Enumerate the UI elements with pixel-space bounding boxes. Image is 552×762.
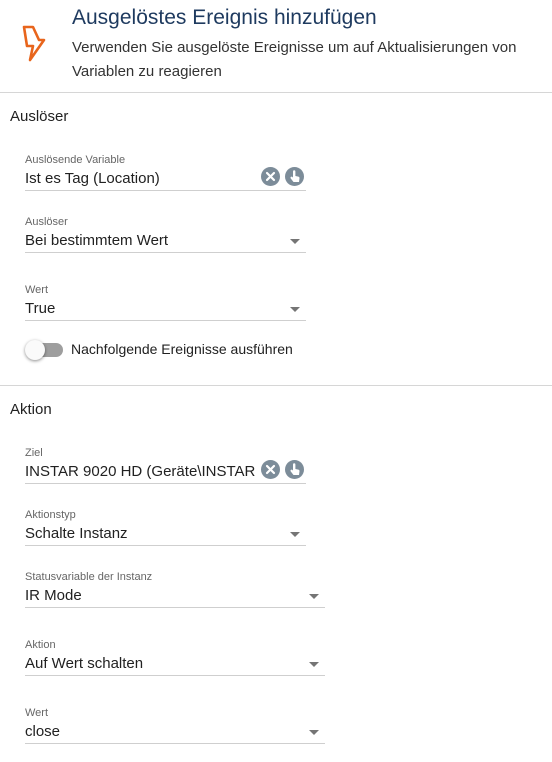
trigger-type-field[interactable]: Auslöser Bei bestimmtem Wert — [25, 215, 306, 253]
dialog-title: Ausgelöstes Ereignis hinzufügen — [72, 6, 377, 29]
action-wert-field[interactable]: Wert close — [25, 706, 325, 744]
dropdown-arrow-icon[interactable] — [309, 730, 319, 735]
dialog-description: Verwenden Sie ausgelöste Ereignisse um a… — [72, 39, 517, 80]
status-variable-field[interactable]: Statusvariable der Instanz IR Mode — [25, 570, 325, 608]
section-title-ausloeser: Auslöser — [10, 108, 69, 125]
action-target-input[interactable]: INSTAR 9020 HD (Geräte\INSTAR — [25, 460, 306, 484]
field-label: Aktion — [25, 639, 56, 651]
field-label: Ziel — [25, 447, 43, 459]
dropdown-arrow-icon[interactable] — [290, 239, 300, 244]
field-value: Auf Wert schalten — [25, 655, 144, 672]
field-value: IR Mode — [25, 587, 82, 604]
trigger-type-select[interactable]: Bei bestimmtem Wert — [25, 229, 306, 253]
subsequent-events-toggle[interactable] — [25, 340, 65, 360]
field-value: Schalte Instanz — [25, 525, 128, 542]
field-value: INSTAR 9020 HD (Geräte\INSTAR — [25, 463, 256, 480]
field-label: Statusvariable der Instanz — [25, 571, 153, 583]
action-type-field[interactable]: Aktionstyp Schalte Instanz — [25, 508, 306, 546]
section-divider — [0, 385, 552, 386]
field-label: Auslöser — [25, 216, 68, 228]
trigger-wert-field[interactable]: Wert True — [25, 283, 306, 321]
field-value: Bei bestimmtem Wert — [25, 232, 169, 249]
dropdown-arrow-icon[interactable] — [309, 662, 319, 667]
clear-icon[interactable] — [261, 460, 280, 479]
trigger-wert-select[interactable]: True — [25, 297, 306, 321]
field-label: Wert — [25, 707, 49, 719]
section-title-aktion: Aktion — [10, 401, 52, 418]
trigger-variable-input[interactable]: Ist es Tag (Location) — [25, 167, 306, 191]
dropdown-arrow-icon[interactable] — [290, 532, 300, 537]
status-variable-select[interactable]: IR Mode — [25, 584, 325, 608]
field-label: Wert — [25, 284, 49, 296]
subsequent-events-label: Nachfolgende Ereignisse ausführen — [71, 341, 293, 357]
pick-object-icon[interactable] — [285, 460, 304, 479]
field-value: Ist es Tag (Location) — [25, 170, 160, 187]
field-value: True — [25, 300, 56, 317]
header-divider — [0, 92, 552, 93]
dropdown-arrow-icon[interactable] — [290, 307, 300, 312]
field-label: Aktionstyp — [25, 509, 76, 521]
trigger-variable-field[interactable]: Auslösende Variable Ist es Tag (Location… — [25, 153, 306, 191]
action-target-field[interactable]: Ziel INSTAR 9020 HD (Geräte\INSTAR — [25, 446, 306, 484]
dialog-header: Ausgelöstes Ereignis hinzufügen Verwende… — [0, 0, 552, 92]
action-type-select[interactable]: Schalte Instanz — [25, 522, 306, 546]
field-value: close — [25, 723, 61, 740]
pick-variable-icon[interactable] — [285, 167, 304, 186]
action-select[interactable]: Auf Wert schalten — [25, 652, 325, 676]
dropdown-arrow-icon[interactable] — [309, 594, 319, 599]
clear-icon[interactable] — [261, 167, 280, 186]
action-field[interactable]: Aktion Auf Wert schalten — [25, 638, 325, 676]
action-wert-select[interactable]: close — [25, 720, 325, 744]
field-label: Auslösende Variable — [25, 154, 126, 166]
lightning-bolt-icon — [22, 25, 46, 62]
toggle-thumb[interactable] — [25, 340, 45, 360]
